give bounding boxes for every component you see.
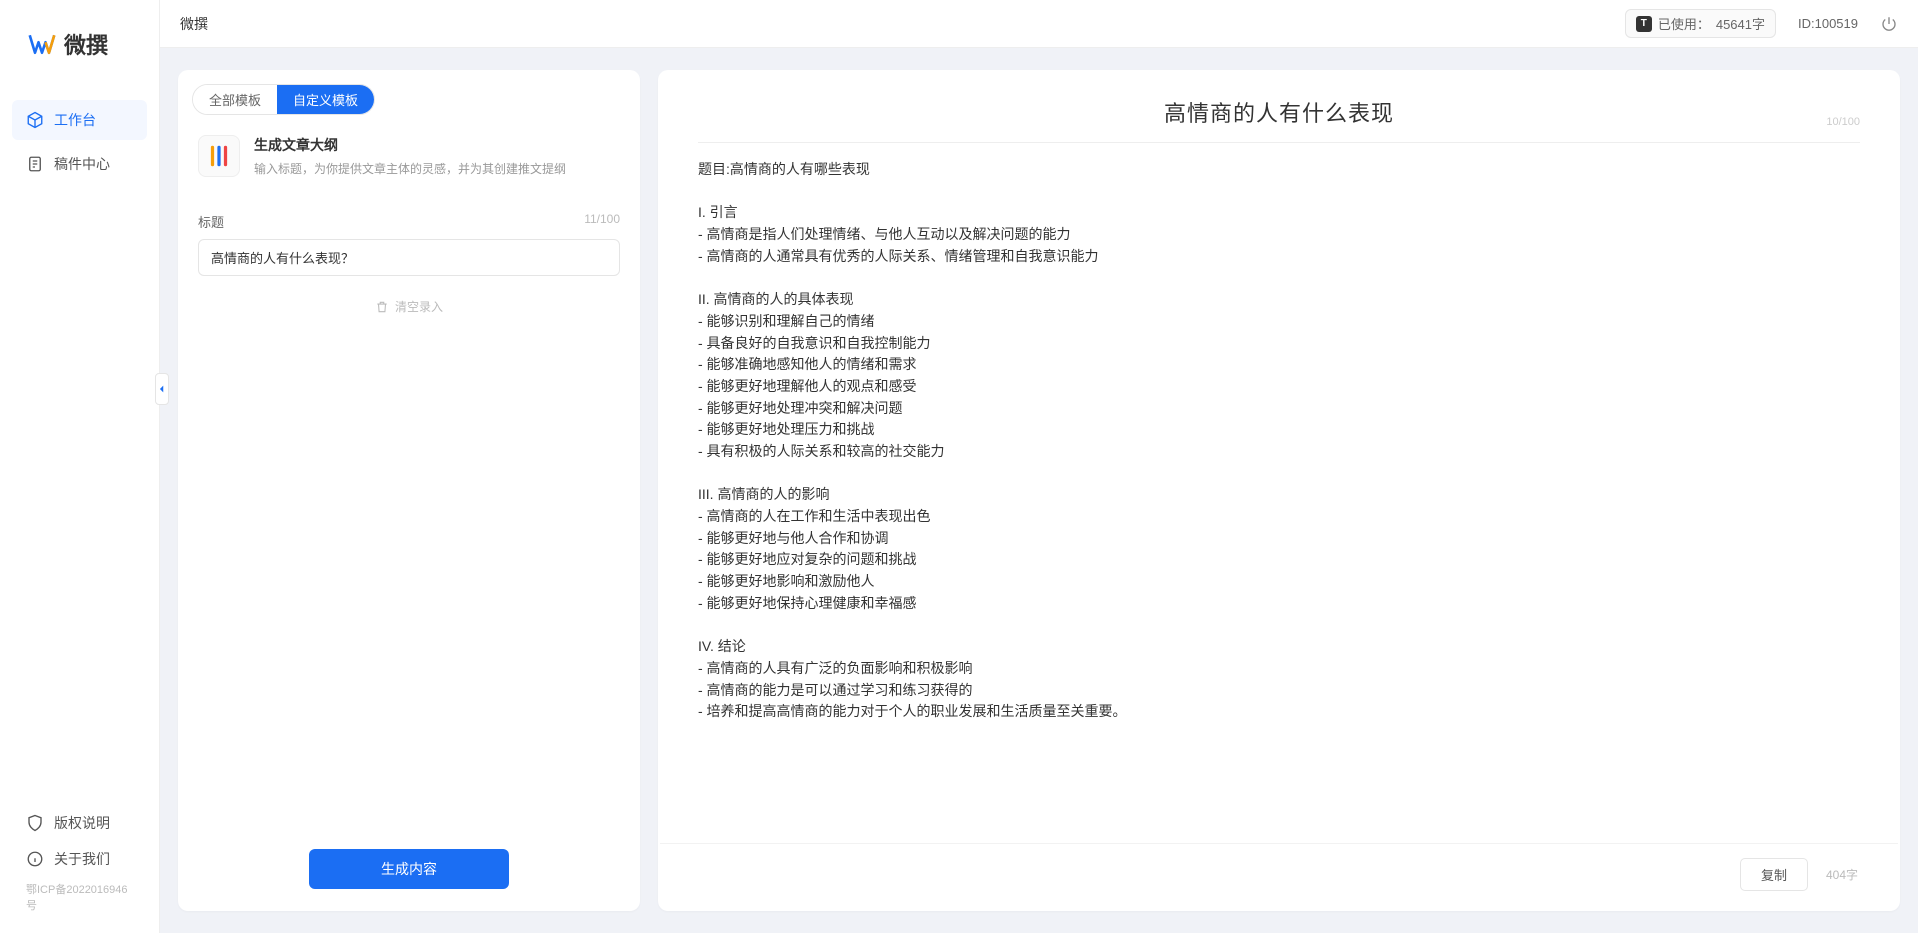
cube-icon [26,111,44,129]
template-icon [198,135,240,177]
shield-icon [26,814,44,832]
usage-label: 已使用： [1658,14,1710,33]
footer-label: 版权说明 [54,813,110,833]
footer-item-about[interactable]: 关于我们 [12,841,147,877]
footer-item-copyright[interactable]: 版权说明 [12,805,147,841]
sidebar-collapse-handle[interactable] [155,373,169,405]
logo-text: 微撰 [64,28,108,60]
text-badge-icon: T [1636,16,1652,32]
document-icon [26,155,44,173]
topbar: 微撰 T 已使用： 45641字 ID:100519 [160,0,1918,48]
output-header: 高情商的人有什么表现 10/100 [658,70,1900,142]
template-title: 生成文章大纲 [254,135,566,155]
sidebar: 微撰 工作台 稿件中心 版权说明 [0,0,160,933]
nav-label: 稿件中心 [54,154,110,174]
breadcrumb: 微撰 [180,14,208,34]
output-body[interactable]: 题目:高情商的人有哪些表现 I. 引言 - 高情商是指人们处理情绪、与他人互动以… [658,143,1900,843]
content-columns: 全部模板 自定义模板 生成文章大纲 输入标题，为你提供文章主体的灵感，并为其创建… [160,48,1918,933]
output-panel: 高情商的人有什么表现 10/100 题目:高情商的人有哪些表现 I. 引言 - … [658,70,1900,911]
power-icon[interactable] [1880,15,1898,33]
template-desc: 输入标题，为你提供文章主体的灵感，并为其创建推文提纲 [254,160,566,178]
clear-label: 清空录入 [395,298,443,315]
title-field-label: 标题 [198,212,224,231]
nav-label: 工作台 [54,110,96,130]
title-field-counter: 11/100 [584,212,620,231]
template-card: 生成文章大纲 输入标题，为你提供文章主体的灵感，并为其创建推文提纲 [178,125,640,196]
output-footer: 复制 404字 [660,843,1898,911]
info-icon [26,850,44,868]
sidebar-footer: 版权说明 关于我们 鄂ICP备2022016946号 [0,793,159,933]
main-nav: 工作台 稿件中心 [0,100,159,793]
footer-label: 关于我们 [54,849,110,869]
clear-button[interactable]: 清空录入 [198,298,620,315]
generate-button[interactable]: 生成内容 [309,849,509,889]
icp-text: 鄂ICP备2022016946号 [12,877,147,921]
output-title: 高情商的人有什么表现 [698,96,1860,128]
form-area: 标题 11/100 清空录入 [178,196,640,831]
nav-item-drafts[interactable]: 稿件中心 [12,144,147,184]
input-panel: 全部模板 自定义模板 生成文章大纲 输入标题，为你提供文章主体的灵感，并为其创建… [178,70,640,911]
logo-icon [28,30,56,58]
output-title-counter: 10/100 [1826,116,1860,128]
tab-all-templates[interactable]: 全部模板 [193,85,277,114]
usage-value: 45641字 [1716,14,1765,33]
copy-button[interactable]: 复制 [1740,858,1808,891]
user-id: ID:100519 [1798,16,1858,31]
topbar-right: T 已使用： 45641字 ID:100519 [1625,9,1898,38]
usage-chip[interactable]: T 已使用： 45641字 [1625,9,1776,38]
main-area: 微撰 T 已使用： 45641字 ID:100519 全部模板 [160,0,1918,933]
title-input[interactable] [198,239,620,276]
trash-icon [375,300,389,314]
word-count: 404字 [1826,866,1858,883]
template-tabs: 全部模板 自定义模板 [178,70,640,125]
tab-custom-templates[interactable]: 自定义模板 [277,85,374,114]
logo: 微撰 [0,0,159,100]
nav-item-workspace[interactable]: 工作台 [12,100,147,140]
